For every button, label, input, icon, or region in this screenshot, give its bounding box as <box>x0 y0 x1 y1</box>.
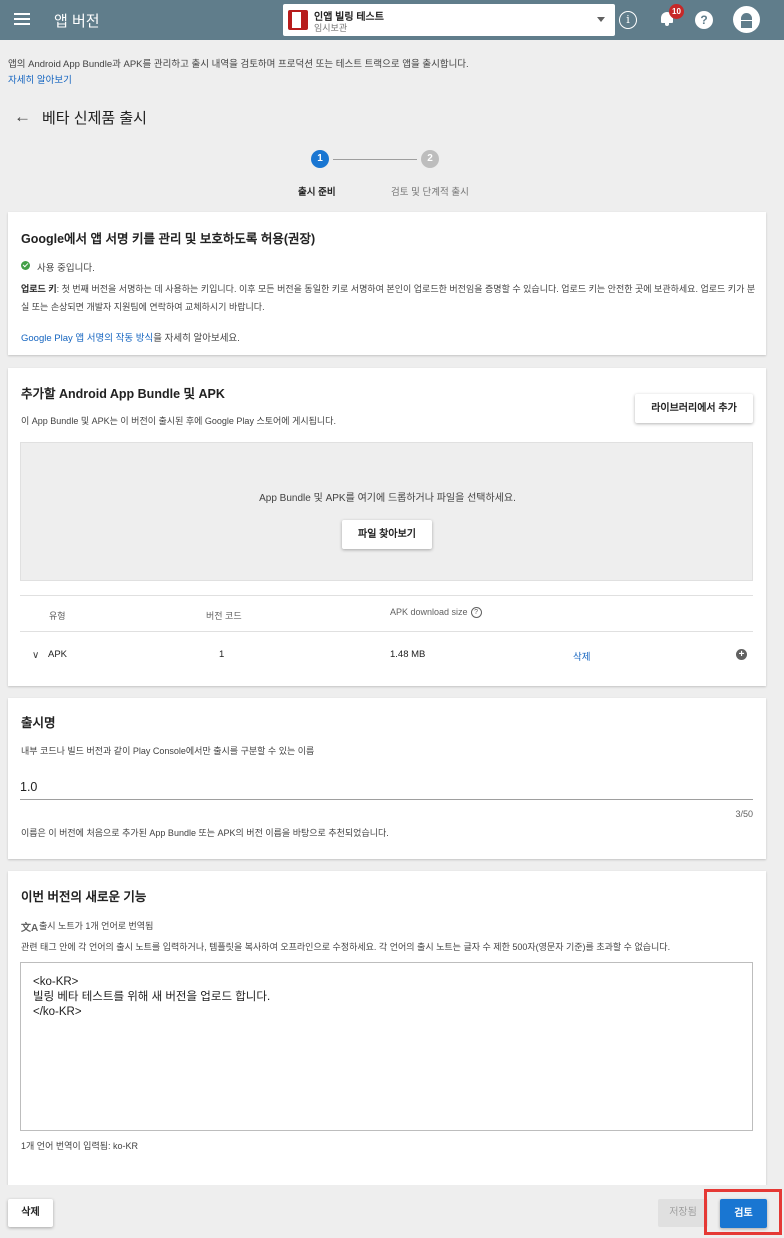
languages-entered: 1개 언어 번역이 입력됨: ko-KR <box>21 1141 139 1151</box>
menu-icon[interactable] <box>14 11 30 27</box>
app-status: 임시보관 <box>314 23 348 33</box>
column-header-version-code: 버전 코드 <box>206 611 242 621</box>
translate-icon: 文A <box>21 923 39 934</box>
column-header-download-size: APK download size? <box>390 607 482 619</box>
info-icon[interactable]: i <box>619 11 637 29</box>
expand-row-chevron-icon[interactable]: ∨ <box>32 650 39 661</box>
top-app-bar: 앱 버전 인앱 빌링 테스트 임시보관 i 10 ? <box>0 0 784 40</box>
column-header-download-size-label: APK download size <box>390 607 468 617</box>
account-avatar[interactable] <box>733 6 760 33</box>
save-button[interactable]: 저장됨 <box>658 1199 708 1227</box>
notification-badge: 10 <box>669 4 684 19</box>
review-button[interactable]: 검토 <box>720 1199 767 1228</box>
release-name-input[interactable]: 1.0 <box>20 780 37 794</box>
release-name-counter: 3/50 <box>735 809 753 819</box>
release-name-hint: 이름은 이 버전에 처음으로 추가된 App Bundle 또는 APK의 버전… <box>21 828 389 838</box>
drop-zone-text: App Bundle 및 APK를 여기에 드롭하거나 파일을 선택하세요. <box>259 493 516 504</box>
release-notes-instructions: 관련 태그 안에 각 언어의 출시 노트를 입력하거나, 템플릿을 복사하여 오… <box>21 942 671 952</box>
bundles-table-header: 유형 버전 코드 APK download size? <box>20 595 753 632</box>
back-arrow-icon[interactable]: ← <box>14 107 31 127</box>
upload-key-label: 업로드 키 <box>21 284 57 294</box>
step-2-label: 검토 및 단계적 출시 <box>391 187 469 198</box>
upload-key-description: 업로드 키: 첫 번째 버전을 서명하는 데 사용하는 키입니다. 이후 모든 … <box>21 280 756 316</box>
step-1-label: 출시 준비 <box>298 187 336 198</box>
translated-languages: 출시 노트가 1개 언어로 번역됨 <box>39 921 154 931</box>
add-from-library-button[interactable]: 라이브러리에서 추가 <box>635 394 753 423</box>
app-bundles-title: 추가할 Android App Bundle 및 APK <box>21 387 225 401</box>
file-drop-zone[interactable]: App Bundle 및 APK를 여기에 드롭하거나 파일을 선택하세요. 파… <box>20 442 753 581</box>
row-download-size: 1.48 MB <box>390 649 426 660</box>
release-name-title: 출시명 <box>21 716 56 730</box>
release-name-card: 출시명 내부 코드나 빌드 버전과 같이 Play Console에서만 출시를… <box>8 698 766 859</box>
browse-files-button[interactable]: 파일 찾아보기 <box>342 520 432 549</box>
release-name-subtitle: 내부 코드나 빌드 버전과 같이 Play Console에서만 출시를 구분할… <box>21 746 315 756</box>
app-bundles-card: 추가할 Android App Bundle 및 APK 이 App Bundl… <box>8 368 766 686</box>
step-2-indicator: 2 <box>421 150 439 168</box>
delete-release-button[interactable]: 삭제 <box>8 1199 53 1227</box>
help-icon[interactable]: ? <box>695 11 713 29</box>
check-circle-icon <box>21 261 30 270</box>
page-title: 베타 신제품 출시 <box>42 110 147 127</box>
stepper-connector <box>333 159 417 160</box>
app-bundles-subtitle: 이 App Bundle 및 APK는 이 버전이 출시된 후에 Google … <box>21 416 336 426</box>
row-version-code: 1 <box>219 649 225 660</box>
upload-key-text: : 첫 번째 버전을 서명하는 데 사용하는 키입니다. 이후 모든 버전을 동… <box>21 284 756 312</box>
app-signing-card: Google에서 앱 서명 키를 관리 및 보호하도록 허용(권장) 사용 중입… <box>8 212 766 355</box>
whats-new-title: 이번 버전의 새로운 기능 <box>21 890 147 904</box>
release-notes-textarea[interactable]: <ko-KR> 빌링 베타 테스트를 위해 새 버전을 업로드 합니다. </k… <box>20 962 753 1131</box>
app-signing-link[interactable]: Google Play 앱 서명의 작동 방식 <box>21 333 153 344</box>
row-type: APK <box>48 649 68 660</box>
whats-new-card: 이번 버전의 새로운 기능 文A 출시 노트가 1개 언어로 번역됨 관련 태그… <box>8 871 766 1185</box>
delete-apk-link[interactable]: 삭제 <box>573 649 590 663</box>
release-name-underline <box>20 799 753 800</box>
app-icon <box>288 10 308 30</box>
help-circle-icon[interactable]: ? <box>470 607 482 619</box>
app-signing-learn-more: Google Play 앱 서명의 작동 방식을 자세히 알아보세요. <box>21 330 240 344</box>
learn-more-link[interactable]: 자세히 알아보기 <box>8 72 72 86</box>
app-bar-title: 앱 버전 <box>54 13 100 30</box>
app-signing-status: 사용 중입니다. <box>37 263 95 274</box>
caret-down-icon <box>597 17 605 22</box>
step-1-indicator: 1 <box>311 150 329 168</box>
app-signing-link-suffix: 을 자세히 알아보세요. <box>153 333 240 344</box>
app-signing-title: Google에서 앱 서명 키를 관리 및 보호하도록 허용(권장) <box>21 232 316 246</box>
app-selector[interactable]: 인앱 빌링 테스트 임시보관 <box>283 4 615 36</box>
column-header-type: 유형 <box>49 611 66 621</box>
add-circle-icon[interactable]: + <box>736 649 747 660</box>
intro-description: 앱의 Android App Bundle과 APK를 관리하고 출시 내역을 … <box>8 59 469 70</box>
